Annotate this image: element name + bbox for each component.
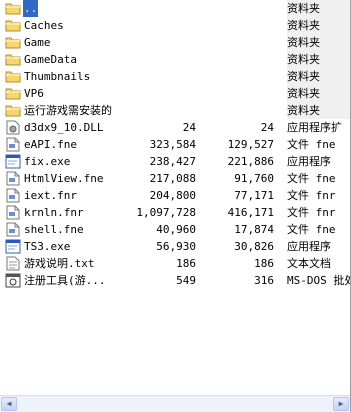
file-type: 文件 fnr <box>287 206 336 219</box>
file-packed-size: 17,874 <box>234 223 274 236</box>
file-type: 文件 fne <box>287 223 336 236</box>
file-name: 运行游戏需安装的 <box>24 104 112 117</box>
file-size: 186 <box>176 257 196 270</box>
file-packed-size: 316 <box>254 274 274 287</box>
file-type: 文本文档 <box>287 257 331 270</box>
folder-icon <box>5 18 21 33</box>
file-row[interactable]: d3dx9_10.DLL 24 24 应用程序扩 <box>0 119 350 136</box>
file-packed-size: 91,760 <box>234 172 274 185</box>
text-file-icon <box>5 256 21 271</box>
file-list[interactable]: .. 资料夹 Caches 资料夹 Game 资料夹 GameData 资料夹 Thumbnai… <box>0 0 350 395</box>
file-type: 资料夹 <box>287 0 350 17</box>
file-size: 40,960 <box>156 223 196 236</box>
exe-icon <box>5 239 21 254</box>
file-row[interactable]: 注册工具(游... 549 316 MS-DOS 批处 <box>0 272 350 289</box>
file-name: HtmlView.fne <box>24 172 104 185</box>
file-row[interactable]: shell.fne 40,960 17,874 文件 fne <box>0 221 350 238</box>
file-name: 游戏说明.txt <box>24 257 95 270</box>
file-row[interactable]: krnln.fnr 1,097,728 416,171 文件 fnr <box>0 204 350 221</box>
folder-icon <box>5 69 21 84</box>
folder-icon <box>5 86 21 101</box>
file-packed-size: 186 <box>254 257 274 270</box>
scroll-right-button[interactable]: ▶ <box>333 397 349 411</box>
file-type: 文件 fne <box>287 172 336 185</box>
file-type: MS-DOS 批处 <box>287 274 350 287</box>
file-type: 应用程序 <box>287 155 331 168</box>
file-name: krnln.fnr <box>24 206 84 219</box>
file-name: shell.fne <box>24 223 84 236</box>
generic-file-icon <box>5 205 21 220</box>
file-packed-size: 30,826 <box>234 240 274 253</box>
file-size: 1,097,728 <box>136 206 196 219</box>
file-type: 资料夹 <box>287 102 350 119</box>
file-type: 文件 fnr <box>287 189 336 202</box>
folder-icon <box>5 103 21 118</box>
folder-up-icon <box>5 1 21 16</box>
file-size: 217,088 <box>149 172 196 185</box>
file-name: VP6 <box>24 87 44 100</box>
file-name: Game <box>24 36 51 49</box>
generic-file-icon <box>5 137 21 152</box>
file-name: TS3.exe <box>24 240 71 253</box>
file-row[interactable]: fix.exe 238,427 221,886 应用程序 <box>0 153 350 170</box>
folder-row[interactable]: VP6 资料夹 <box>0 85 350 102</box>
folder-row[interactable]: Game 资料夹 <box>0 34 350 51</box>
file-name: .. <box>23 0 39 17</box>
file-type: 文件 fne <box>287 138 336 151</box>
dll-icon <box>5 120 21 135</box>
file-type: 应用程序扩 <box>287 121 342 134</box>
file-type: 资料夹 <box>287 34 350 51</box>
file-name: eAPI.fne <box>24 138 77 151</box>
file-size: 204,800 <box>149 189 196 202</box>
file-size: 323,584 <box>149 138 196 151</box>
file-name: 注册工具(游... <box>24 274 106 287</box>
folder-row[interactable]: GameData 资料夹 <box>0 51 350 68</box>
file-row[interactable]: 游戏说明.txt 186 186 文本文档 <box>0 255 350 272</box>
folder-icon <box>5 35 21 50</box>
file-name: GameData <box>24 53 77 66</box>
file-type: 资料夹 <box>287 68 350 85</box>
exe-icon <box>5 154 21 169</box>
file-name: Thumbnails <box>24 70 91 83</box>
file-name: d3dx9_10.DLL <box>24 121 104 134</box>
archive-file-list-panel: .. 资料夹 Caches 资料夹 Game 资料夹 GameData 资料夹 Thumbnai… <box>0 0 351 412</box>
file-row[interactable]: TS3.exe 56,930 30,826 应用程序 <box>0 238 350 255</box>
folder-row[interactable]: Thumbnails 资料夹 <box>0 68 350 85</box>
file-size: 24 <box>182 121 196 134</box>
horizontal-scrollbar[interactable]: ◀ ▶ <box>0 395 350 412</box>
file-name: iext.fnr <box>24 189 77 202</box>
file-type: 应用程序 <box>287 240 331 253</box>
file-row[interactable]: eAPI.fne 323,584 129,527 文件 fne <box>0 136 350 153</box>
file-type: 资料夹 <box>287 51 350 68</box>
generic-file-icon <box>5 188 21 203</box>
folder-row[interactable]: 运行游戏需安装的 资料夹 <box>0 102 350 119</box>
file-name: Caches <box>24 19 64 32</box>
file-packed-size: 129,527 <box>227 138 274 151</box>
file-row[interactable]: iext.fnr 204,800 77,171 文件 fnr <box>0 187 350 204</box>
file-size: 56,930 <box>156 240 196 253</box>
file-packed-size: 77,171 <box>234 189 274 202</box>
scroll-left-button[interactable]: ◀ <box>1 397 17 411</box>
file-type: 资料夹 <box>287 85 350 102</box>
file-packed-size: 416,171 <box>227 206 274 219</box>
file-size: 549 <box>176 274 196 287</box>
folder-row[interactable]: Caches 资料夹 <box>0 17 350 34</box>
batch-file-icon <box>5 273 21 288</box>
generic-file-icon <box>5 171 21 186</box>
folder-row[interactable]: .. 资料夹 <box>0 0 350 17</box>
file-name: fix.exe <box>24 155 71 168</box>
file-packed-size: 221,886 <box>227 155 274 168</box>
file-type: 资料夹 <box>287 17 350 34</box>
generic-file-icon <box>5 222 21 237</box>
folder-icon <box>5 52 21 67</box>
file-size: 238,427 <box>149 155 196 168</box>
file-row[interactable]: HtmlView.fne 217,088 91,760 文件 fne <box>0 170 350 187</box>
file-packed-size: 24 <box>260 121 274 134</box>
